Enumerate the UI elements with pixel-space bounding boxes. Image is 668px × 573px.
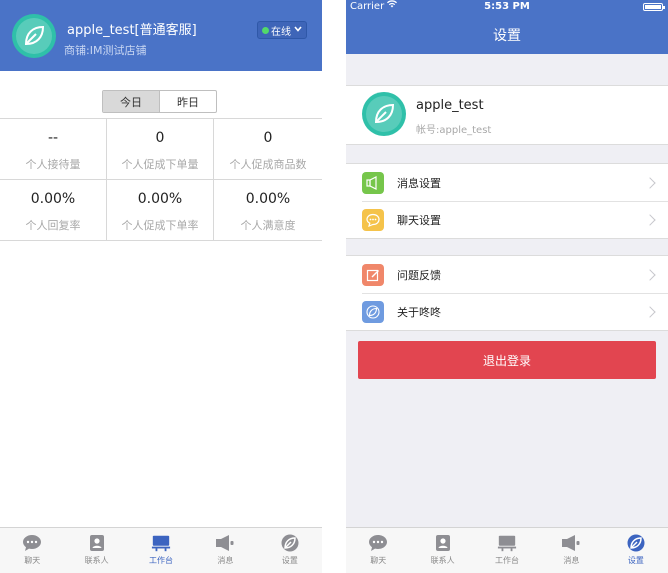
tab-label: 工作台 xyxy=(495,556,520,565)
stat-value: -- xyxy=(47,130,59,146)
tab-workbench[interactable]: 工作台 xyxy=(129,528,193,573)
stat-cell: 0.00% 个人回复率 xyxy=(0,180,107,241)
chat-bubble-icon xyxy=(22,534,42,552)
edit-icon xyxy=(362,263,384,286)
tab-megaphone[interactable]: 消息 xyxy=(193,528,257,573)
stat-cell: 0 个人促成商品数 xyxy=(214,119,322,180)
online-dot-icon xyxy=(262,26,269,34)
tab-settings-leaf[interactable]: 设置 xyxy=(604,528,668,573)
chevron-right-icon xyxy=(644,268,656,281)
leaf-logo-icon xyxy=(374,103,395,124)
leaf-logo-icon xyxy=(24,25,45,46)
user-name: apple_test[普通客服] xyxy=(67,23,197,38)
stat-value: 0 xyxy=(263,130,273,146)
menu-item-label: 聊天设置 xyxy=(397,213,441,227)
menu-item-label: 消息设置 xyxy=(397,176,441,190)
tab-chat-bubble[interactable]: 聊天 xyxy=(346,528,410,573)
tab-chat-bubble[interactable]: 聊天 xyxy=(0,528,64,573)
status-bar: Carrier 5:53 PM xyxy=(346,0,668,13)
online-status-select[interactable]: 在线 xyxy=(257,21,307,39)
chevron-right-icon xyxy=(644,213,656,226)
tab-label: 聊天 xyxy=(370,556,387,565)
stat-label: 个人回复率 xyxy=(25,219,81,232)
toggle-today[interactable]: 今日 xyxy=(103,91,160,112)
settings-screen: Carrier 5:53 PM 设置 apple_test 帐号:apple_t… xyxy=(346,0,668,573)
stat-label: 个人促成商品数 xyxy=(229,158,307,171)
shop-name: 商铺:IM测试店铺 xyxy=(64,44,147,57)
tab-label: 聊天 xyxy=(24,556,41,565)
workbench-icon xyxy=(497,534,517,552)
menu-item[interactable]: 关于咚咚 xyxy=(346,293,668,330)
stat-label: 个人满意度 xyxy=(240,219,296,232)
avatar[interactable] xyxy=(12,14,56,58)
page-title: 设置 xyxy=(493,28,521,44)
menu-group-settings: 消息设置 聊天设置 xyxy=(346,163,668,239)
stat-cell: 0.00% 个人满意度 xyxy=(214,180,322,241)
day-toggle: 今日 昨日 xyxy=(102,90,217,113)
tab-label: 设置 xyxy=(627,556,644,565)
chevron-down-icon xyxy=(294,25,302,35)
stat-cell: 0 个人促成下单量 xyxy=(107,119,214,180)
workbench-icon xyxy=(151,534,171,552)
settings-leaf-icon xyxy=(280,534,300,552)
menu-item-label: 关于咚咚 xyxy=(397,305,441,319)
menu-item-label: 问题反馈 xyxy=(397,268,441,282)
tab-label: 设置 xyxy=(281,556,298,565)
profile-card[interactable]: apple_test 帐号:apple_test xyxy=(346,85,668,145)
tab-megaphone[interactable]: 消息 xyxy=(539,528,603,573)
tab-bar: 聊天 联系人 工作台 消息 设置 xyxy=(346,527,668,573)
tab-contacts[interactable]: 联系人 xyxy=(64,528,128,573)
workbench-header: Carrier 5:53 PM apple_test[普通客服] 商铺:IM测试… xyxy=(0,0,322,71)
stat-label: 个人促成下单量 xyxy=(121,158,199,171)
tab-label: 消息 xyxy=(563,556,580,565)
profile-name: apple_test xyxy=(416,98,484,113)
menu-group-about: 问题反馈 关于咚咚 xyxy=(346,255,668,331)
tab-label: 消息 xyxy=(217,556,234,565)
menu-item[interactable]: 聊天设置 xyxy=(346,201,668,238)
chevron-right-icon xyxy=(644,305,656,318)
tab-workbench[interactable]: 工作台 xyxy=(475,528,539,573)
stat-value: 0 xyxy=(155,130,165,146)
tab-bar: 聊天 联系人 工作台 消息 设置 xyxy=(0,527,322,573)
chevron-right-icon xyxy=(644,176,656,189)
logout-button[interactable]: 退出登录 xyxy=(358,341,656,379)
status-time: 5:53 PM xyxy=(484,1,530,12)
battery-icon xyxy=(643,3,665,11)
contacts-icon xyxy=(87,534,107,552)
speaker-icon xyxy=(362,171,384,194)
leaf-icon xyxy=(362,300,384,323)
tab-contacts[interactable]: 联系人 xyxy=(410,528,474,573)
chat-bubble-icon xyxy=(368,534,388,552)
contacts-icon xyxy=(433,534,453,552)
stat-value: 0.00% xyxy=(245,191,291,207)
stat-label: 个人促成下单率 xyxy=(121,219,199,232)
stat-label: 个人接待量 xyxy=(25,158,81,171)
stats-grid: -- 个人接待量 0 个人促成下单量 0 个人促成商品数 0.00% 个人回复率 0.00% 个人… xyxy=(0,118,322,241)
menu-item[interactable]: 消息设置 xyxy=(346,164,668,201)
stat-cell: 0.00% 个人促成下单率 xyxy=(107,180,214,241)
stat-cell: -- 个人接待量 xyxy=(0,119,107,180)
tab-settings-leaf[interactable]: 设置 xyxy=(258,528,322,573)
stat-value: 0.00% xyxy=(30,191,76,207)
chat-icon xyxy=(362,208,384,231)
profile-account: 帐号:apple_test xyxy=(416,125,492,136)
tab-label: 工作台 xyxy=(149,556,174,565)
avatar xyxy=(362,92,406,136)
tab-label: 联系人 xyxy=(84,556,109,565)
stat-value: 0.00% xyxy=(137,191,183,207)
settings-leaf-icon xyxy=(626,534,646,552)
menu-item[interactable]: 问题反馈 xyxy=(346,256,668,293)
workbench-screen: Carrier 5:53 PM apple_test[普通客服] 商铺:IM测试… xyxy=(0,0,322,573)
megaphone-icon xyxy=(561,534,581,552)
tab-label: 联系人 xyxy=(430,556,455,565)
megaphone-icon xyxy=(215,534,235,552)
settings-header: Carrier 5:53 PM 设置 xyxy=(346,0,668,54)
toggle-yesterday[interactable]: 昨日 xyxy=(160,91,216,112)
online-status-label: 在线 xyxy=(271,26,291,38)
